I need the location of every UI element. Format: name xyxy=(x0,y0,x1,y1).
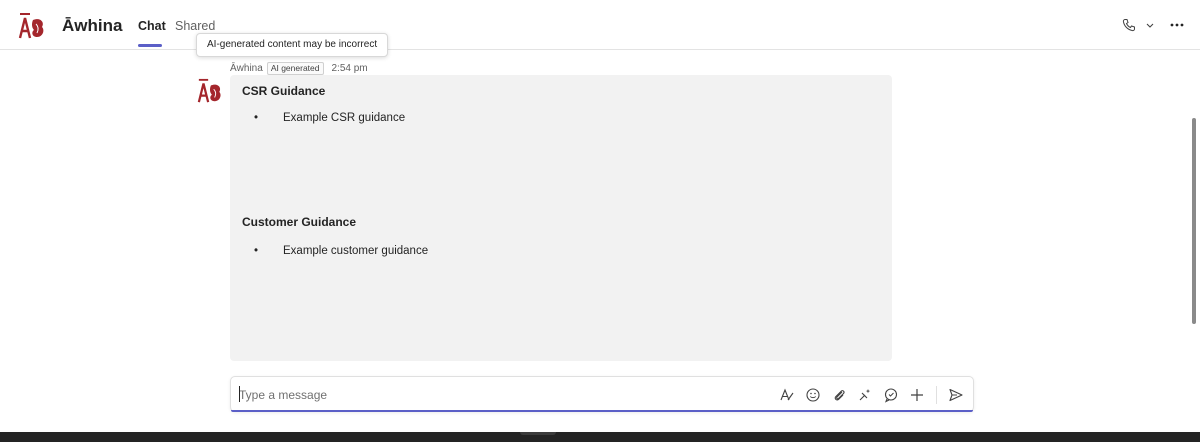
toolbar-divider xyxy=(936,386,937,404)
section-title-customer: Customer Guidance xyxy=(242,215,357,229)
taskbar-notch xyxy=(520,432,556,435)
top-bar: Āwhina Chat Shared xyxy=(0,0,1200,50)
taskbar-strip xyxy=(0,432,1200,442)
chevron-down-icon[interactable] xyxy=(1144,16,1156,34)
list-item-text: Example CSR guidance xyxy=(283,112,406,124)
message-header: Āwhina AI generated 2:54 pm xyxy=(230,62,368,75)
emoji-icon[interactable] xyxy=(804,386,822,404)
app-logo xyxy=(18,13,44,39)
message-input[interactable] xyxy=(239,385,759,405)
text-caret xyxy=(239,386,240,402)
tab-chat-underline xyxy=(138,44,162,47)
phone-icon[interactable] xyxy=(1120,16,1138,34)
section-title-csr: CSR Guidance xyxy=(242,84,326,98)
bot-avatar xyxy=(197,78,221,103)
bullet-marker: • xyxy=(254,112,259,124)
composer-toolbar xyxy=(778,386,965,404)
message-timestamp: 2:54 pm xyxy=(331,63,368,74)
praise-icon[interactable] xyxy=(882,386,900,404)
vertical-scrollbar[interactable] xyxy=(1192,118,1196,324)
tab-chat[interactable]: Chat xyxy=(138,19,166,33)
message-bubble: CSR Guidance • Example CSR guidance Custo… xyxy=(230,75,892,361)
composer-focus-underline xyxy=(231,410,973,412)
bullet-marker: • xyxy=(254,245,259,257)
tab-shared[interactable]: Shared xyxy=(175,19,215,33)
message-composer xyxy=(230,376,974,412)
send-icon[interactable] xyxy=(947,386,965,404)
list-item: • Example CSR guidance xyxy=(254,112,405,124)
more-options-icon[interactable] xyxy=(1168,16,1186,34)
header-actions xyxy=(1120,16,1186,34)
app-name: Āwhina xyxy=(62,16,123,35)
attach-icon[interactable] xyxy=(830,386,848,404)
ai-disclaimer-tooltip: AI-generated content may be incorrect xyxy=(196,33,389,57)
list-item: • Example customer guidance xyxy=(254,245,428,257)
list-item-text: Example customer guidance xyxy=(283,245,429,257)
loop-icon[interactable] xyxy=(856,386,874,404)
plus-icon[interactable] xyxy=(908,386,926,404)
format-icon[interactable] xyxy=(778,386,796,404)
ai-generated-badge: AI generated xyxy=(266,62,324,75)
message-sender: Āwhina xyxy=(230,63,263,74)
